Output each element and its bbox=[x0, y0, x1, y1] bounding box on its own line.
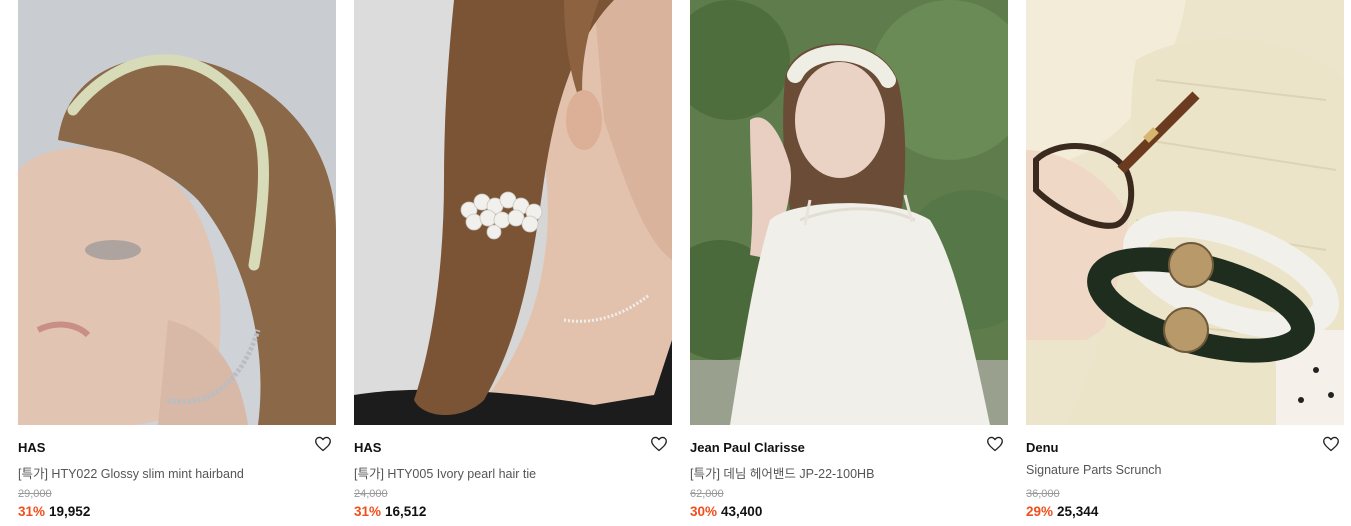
price-row: 30% 43,400 bbox=[690, 504, 762, 519]
original-price: 62,000 bbox=[690, 488, 724, 500]
product-name[interactable]: [특가] 데님 헤어밴드 JP-22-100HB bbox=[690, 463, 874, 482]
brand-name[interactable]: HAS bbox=[18, 440, 45, 455]
original-price: 29,000 bbox=[18, 488, 52, 500]
discount-rate: 31% bbox=[18, 504, 46, 519]
product-image[interactable] bbox=[354, 0, 672, 425]
discount-rate: 30% bbox=[690, 504, 718, 519]
sale-price: 19,952 bbox=[49, 504, 91, 519]
product-name[interactable]: Signature Parts Scrunch bbox=[1026, 463, 1162, 477]
brand-name[interactable]: Jean Paul Clarisse bbox=[690, 440, 805, 455]
product-card[interactable]: HAS [특가] HTY022 Glossy slim mint hairban… bbox=[18, 0, 336, 526]
heart-outline-icon[interactable] bbox=[986, 436, 1006, 454]
product-name[interactable]: [특가] HTY005 Ivory pearl hair tie bbox=[354, 463, 536, 482]
product-card[interactable]: Jean Paul Clarisse [특가] 데님 헤어밴드 JP-22-10… bbox=[690, 0, 1008, 526]
brand-name[interactable]: Denu bbox=[1026, 440, 1059, 455]
discount-rate: 29% bbox=[1026, 504, 1054, 519]
product-image[interactable] bbox=[690, 0, 1008, 425]
sale-price: 25,344 bbox=[1057, 504, 1099, 519]
heart-outline-icon[interactable] bbox=[314, 436, 334, 454]
product-image[interactable] bbox=[18, 0, 336, 425]
original-price: 24,000 bbox=[354, 488, 388, 500]
sale-price: 43,400 bbox=[721, 504, 763, 519]
heart-outline-icon[interactable] bbox=[650, 436, 670, 454]
product-name[interactable]: [특가] HTY022 Glossy slim mint hairband bbox=[18, 463, 244, 482]
price-row: 29% 25,344 bbox=[1026, 504, 1098, 519]
product-card[interactable]: HAS [특가] HTY005 Ivory pearl hair tie 24,… bbox=[354, 0, 672, 526]
product-card[interactable]: Denu Signature Parts Scrunch 36,000 29% 2… bbox=[1026, 0, 1344, 526]
discount-rate: 31% bbox=[354, 504, 382, 519]
price-row: 31% 19,952 bbox=[18, 504, 90, 519]
price-row: 31% 16,512 bbox=[354, 504, 426, 519]
heart-outline-icon[interactable] bbox=[1322, 436, 1342, 454]
product-grid: HAS [특가] HTY022 Glossy slim mint hairban… bbox=[0, 0, 1351, 526]
product-image[interactable] bbox=[1026, 0, 1344, 425]
sale-price: 16,512 bbox=[385, 504, 427, 519]
brand-name[interactable]: HAS bbox=[354, 440, 381, 455]
original-price: 36,000 bbox=[1026, 488, 1060, 500]
